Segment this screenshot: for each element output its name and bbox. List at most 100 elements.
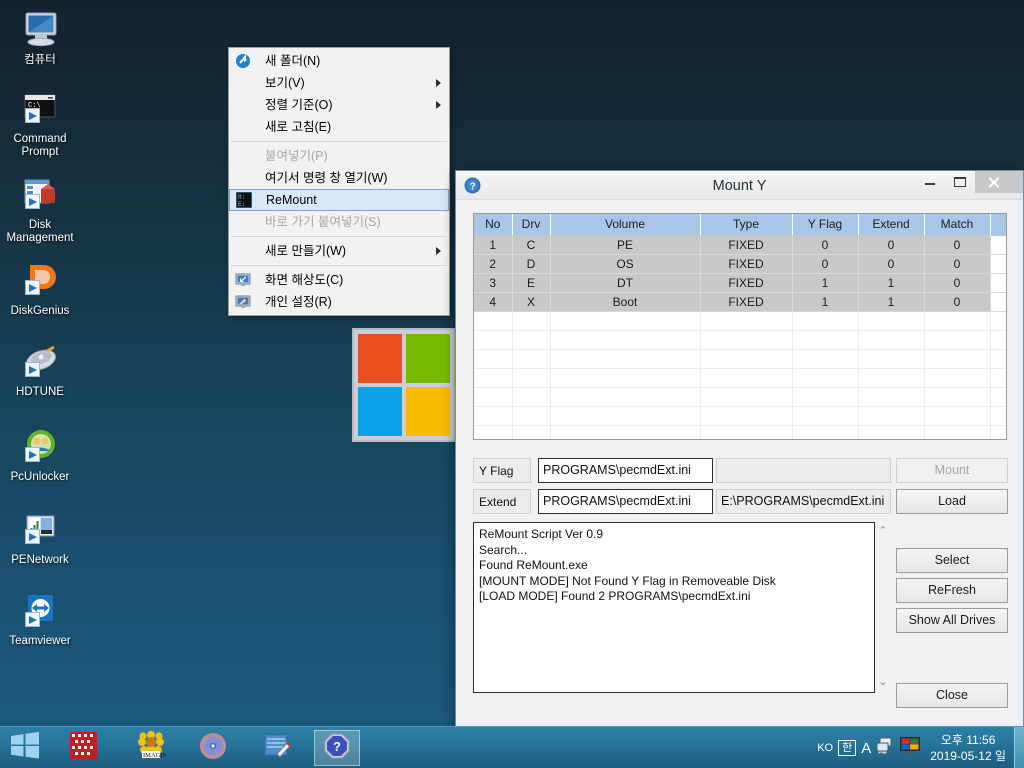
desktop-context-menu[interactable]: 새 폴더(N) 보기(V) 정렬 기준(O) 새로 고침(E) 붙여넣기(P) … bbox=[228, 47, 450, 316]
windows-start-icon bbox=[11, 732, 39, 764]
context-menu-item-refresh[interactable]: 새로 고침(E) bbox=[229, 116, 449, 138]
taskbar-item-imagine-red[interactable] bbox=[60, 730, 106, 766]
col-header-extend[interactable]: Extend bbox=[858, 214, 925, 236]
context-menu-item-personalize[interactable]: 개인 설정(R) bbox=[229, 291, 449, 313]
taskbar-item-cd-player[interactable] bbox=[190, 730, 236, 766]
cell-extend: 1 bbox=[858, 273, 925, 293]
table-header-row: No Drv Volume Type Y Flag Extend Match bbox=[474, 214, 1006, 236]
col-header-match[interactable]: Match bbox=[924, 214, 991, 236]
chevron-right-icon bbox=[436, 79, 441, 87]
cell-yflag: 1 bbox=[792, 292, 859, 312]
notepad-edit-icon bbox=[263, 732, 291, 765]
svg-text:E:: E: bbox=[238, 201, 245, 208]
table-row bbox=[474, 387, 1006, 407]
context-menu-separator bbox=[231, 141, 447, 142]
taskbar-clock[interactable]: 오후 11:56 2019-05-12 일 bbox=[930, 732, 1006, 764]
scroll-up-icon[interactable]: ⌃ bbox=[875, 524, 891, 537]
col-header-volume[interactable]: Volume bbox=[550, 214, 701, 236]
minimize-icon bbox=[925, 183, 935, 185]
mount-button[interactable]: Mount bbox=[896, 458, 1008, 483]
logo-tile-yellow bbox=[406, 387, 450, 436]
extend-field-row: Extend PROGRAMS\pecmdExt.ini E:\PROGRAMS… bbox=[473, 489, 893, 514]
load-button[interactable]: Load bbox=[896, 489, 1008, 514]
extend-input[interactable]: PROGRAMS\pecmdExt.ini bbox=[538, 489, 713, 514]
col-header-type[interactable]: Type bbox=[700, 214, 793, 236]
log-horizontal-scrollbar[interactable]: ‹ › bbox=[473, 693, 875, 709]
cell-volume: Boot bbox=[550, 292, 701, 312]
desktop-icon-label: Command Prompt bbox=[13, 133, 67, 158]
desktop-icon-label: PENetwork bbox=[11, 554, 69, 566]
maximize-button[interactable] bbox=[945, 171, 975, 193]
context-menu-item-sort-by[interactable]: 정렬 기준(O) bbox=[229, 94, 449, 116]
tray-ime-alpha[interactable]: A bbox=[861, 740, 871, 757]
log-output[interactable]: ReMount Script Ver 0.9 Search... Found R… bbox=[473, 522, 875, 693]
penetwork-icon bbox=[17, 506, 63, 552]
context-menu-item-screen-resolution[interactable]: 화면 해상도(C) bbox=[229, 269, 449, 291]
network-icon[interactable] bbox=[876, 737, 894, 760]
table-row[interactable]: 4 X Boot FIXED 1 1 0 bbox=[474, 292, 1006, 312]
svg-text:R:: R: bbox=[238, 194, 245, 201]
display-icon bbox=[235, 272, 251, 288]
cell-match: 0 bbox=[924, 235, 991, 255]
col-header-drv[interactable]: Drv bbox=[512, 214, 551, 236]
y-flag-secondary-input[interactable] bbox=[716, 458, 891, 483]
log-line: ReMount Script Ver 0.9 bbox=[479, 527, 604, 541]
cell-spacer bbox=[990, 292, 1006, 312]
cell-extend: 0 bbox=[858, 235, 925, 255]
close-window-button[interactable]: Close bbox=[896, 683, 1008, 708]
context-menu-item-view[interactable]: 보기(V) bbox=[229, 72, 449, 94]
col-header-yflag[interactable]: Y Flag bbox=[792, 214, 859, 236]
log-vertical-scrollbar[interactable]: ⌃ ⌄ bbox=[875, 522, 891, 693]
desktop-icon-command-prompt[interactable]: C:\ Command Prompt bbox=[0, 85, 80, 159]
context-menu-item-open-command-window[interactable]: 여기서 명령 창 열기(W) bbox=[229, 167, 449, 189]
table-row[interactable]: 1 C PE FIXED 0 0 0 bbox=[474, 235, 1006, 255]
shortcut-overlay-icon bbox=[25, 362, 40, 377]
desktop-icon-diskgenius[interactable]: DiskGenius bbox=[0, 257, 80, 318]
show-desktop-button[interactable] bbox=[1014, 727, 1024, 768]
start-button[interactable] bbox=[0, 727, 50, 768]
context-menu-label: 개인 설정(R) bbox=[265, 295, 332, 309]
desktop-icon-penetwork[interactable]: PENetwork bbox=[0, 506, 80, 567]
diskgenius-icon bbox=[17, 257, 63, 303]
drives-table-container[interactable]: No Drv Volume Type Y Flag Extend Match 1… bbox=[473, 213, 1007, 440]
close-button[interactable] bbox=[975, 171, 1023, 193]
show-all-drives-button[interactable]: Show All Drives bbox=[896, 608, 1008, 633]
desktop-icon-disk-management[interactable]: Disk Management bbox=[0, 171, 80, 245]
tray-language-label[interactable]: KO bbox=[817, 742, 833, 754]
taskbar-item-imagine[interactable]: IMAGINE bbox=[128, 730, 174, 766]
cell-spacer bbox=[990, 273, 1006, 293]
taskbar-item-mount-y[interactable]: ? bbox=[314, 730, 360, 766]
chevron-right-icon bbox=[436, 247, 441, 255]
table-row[interactable]: 2 D OS FIXED 0 0 0 bbox=[474, 254, 1006, 274]
taskbar-item-notepad[interactable] bbox=[254, 730, 300, 766]
extend-secondary-input[interactable]: E:\PROGRAMS\pecmdExt.ini bbox=[716, 489, 891, 514]
scroll-down-icon[interactable]: ⌄ bbox=[875, 675, 891, 688]
select-button[interactable]: Select bbox=[896, 548, 1008, 573]
y-flag-input[interactable]: PROGRAMS\pecmdExt.ini bbox=[538, 458, 713, 483]
table-row bbox=[474, 349, 1006, 369]
context-menu-item-remount[interactable]: R: E: ReMount bbox=[229, 189, 449, 211]
shortcut-overlay-icon bbox=[25, 108, 40, 123]
desktop: 컴퓨터 C:\ Command Prompt Disk Management D… bbox=[0, 0, 1024, 768]
desktop-icon-hdtune[interactable]: HDTUNE bbox=[0, 338, 80, 399]
context-menu-label: 여기서 명령 창 열기(W) bbox=[265, 171, 388, 185]
tray-ime-hangul[interactable]: 한 bbox=[838, 740, 857, 756]
clock-time: 오후 11:56 bbox=[940, 733, 996, 747]
refresh-button[interactable]: ReFresh bbox=[896, 578, 1008, 603]
color-display-icon[interactable] bbox=[900, 736, 921, 760]
context-menu-item-new[interactable]: 새로 만들기(W) bbox=[229, 240, 449, 262]
desktop-icon-pcunlocker[interactable]: PcUnlocker bbox=[0, 423, 80, 484]
table-row bbox=[474, 406, 1006, 426]
desktop-icon-teamviewer[interactable]: Teamviewer bbox=[0, 587, 80, 648]
context-menu-item-new-folder[interactable]: 새 폴더(N) bbox=[229, 50, 449, 72]
desktop-icon-label: DiskGenius bbox=[10, 305, 70, 317]
desktop-icon-label: Teamviewer bbox=[9, 635, 71, 647]
window-title-bar[interactable]: ? Mount Y bbox=[456, 170, 1023, 200]
imagine-red-icon bbox=[69, 732, 97, 764]
desktop-icon-computer[interactable]: 컴퓨터 bbox=[0, 6, 80, 67]
table-row[interactable]: 3 E DT FIXED 1 1 0 bbox=[474, 273, 1006, 293]
minimize-button[interactable] bbox=[915, 171, 945, 193]
cell-type: FIXED bbox=[700, 254, 793, 274]
col-header-no[interactable]: No bbox=[474, 214, 513, 236]
desktop-icon-label: HDTUNE bbox=[16, 386, 64, 398]
